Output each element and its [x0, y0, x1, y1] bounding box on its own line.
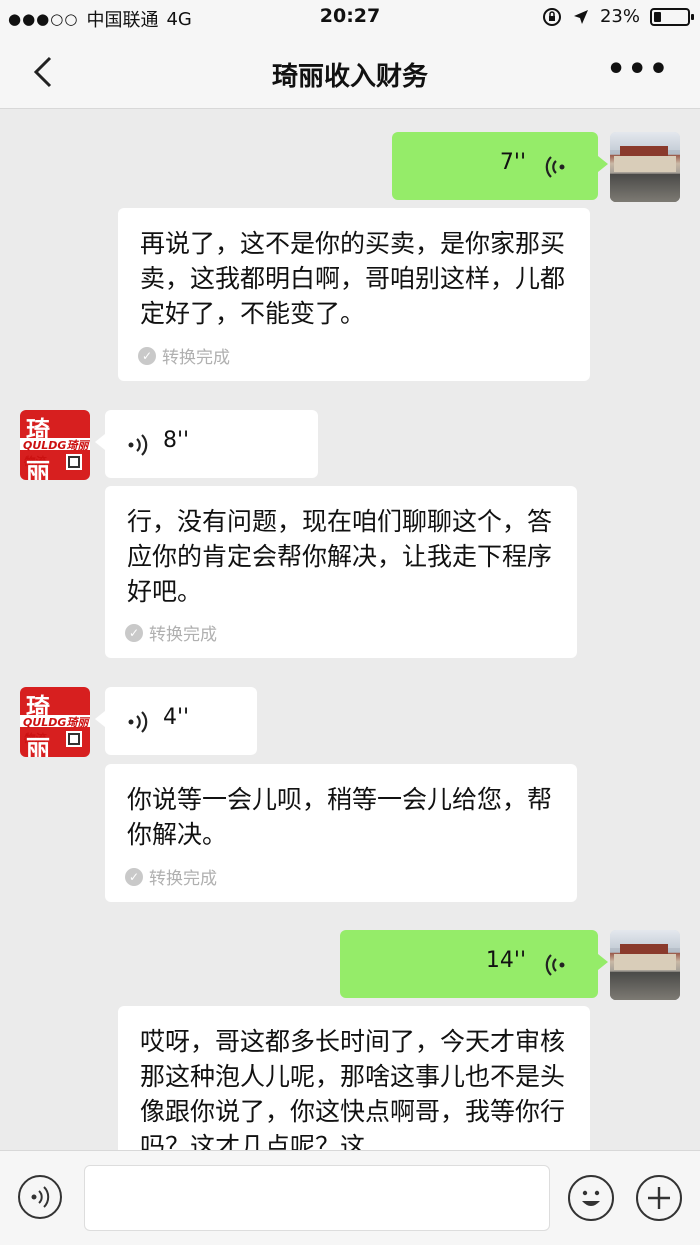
more-icon[interactable]: •••: [606, 55, 670, 85]
rotation-lock-icon: [542, 7, 561, 26]
voice-duration: 8'': [163, 428, 190, 453]
location-icon: [573, 9, 588, 24]
check-icon: ✓: [138, 346, 156, 365]
transcript-status: ✓ 转换完成: [138, 343, 230, 368]
voice-duration: 7'': [499, 150, 526, 175]
photo-ground: [610, 972, 680, 1000]
voice-wave-icon: [128, 711, 148, 733]
voice-transcript: 再说了，这不是你的买卖，是你家那买卖，这我都明白啊，哥咱别这样，儿都定好了，不能…: [118, 208, 590, 381]
voice-transcript: 哎呀，哥这都多长时间了，今天才审核那这种泡人儿呢，那啥这事儿也不是头像跟你说了，…: [118, 1006, 590, 1150]
voice-message[interactable]: 7'': [392, 132, 608, 200]
avatar-char-2: 丽: [26, 458, 50, 480]
avatar-char-2: 丽: [26, 735, 50, 757]
contact-avatar[interactable]: 琦 QULDG琦丽物流 丽: [20, 687, 90, 757]
voice-transcript: 你说等一会儿呗，稍等一会儿给您，帮你解决。 ✓ 转换完成: [105, 764, 577, 902]
voice-message[interactable]: 8'': [95, 410, 318, 478]
check-icon: ✓: [125, 867, 143, 886]
transcript-text: 再说了，这不是你的买卖，是你家那买卖，这我都明白啊，哥咱别这样，儿都定好了，不能…: [140, 229, 566, 328]
transcript-text: 你说等一会儿呗，稍等一会儿给您，帮你解决。: [127, 785, 553, 849]
emoji-button[interactable]: [568, 1175, 614, 1221]
voice-wave-icon: [128, 434, 148, 456]
more-actions-button[interactable]: [636, 1175, 682, 1221]
voice-icon: [31, 1186, 50, 1208]
my-avatar[interactable]: [610, 132, 680, 202]
photo-palace-base: [614, 954, 676, 970]
battery-percent: 23%: [599, 6, 640, 27]
voice-wave-icon: [545, 156, 565, 178]
status-bar: ●●●○○ 中国联通 4G 20:27 23%: [0, 0, 700, 36]
voice-input-button[interactable]: [18, 1175, 62, 1219]
qr-icon: [66, 731, 82, 747]
chat-title: 琦丽收入财务: [271, 62, 428, 92]
voice-message[interactable]: 14'': [340, 930, 608, 998]
voice-wave-icon: [545, 954, 565, 976]
photo-palace-base: [614, 156, 676, 172]
battery-icon: [650, 7, 694, 26]
voice-duration: 4'': [163, 705, 190, 730]
transcript-status-label: 转换完成: [162, 348, 230, 368]
qr-icon: [66, 454, 82, 470]
transcript-text: 行，没有问题，现在咱们聊聊这个，答应你的肯定会帮你解决，让我走下程序好吧。: [127, 507, 553, 606]
voice-duration: 14'': [485, 948, 526, 973]
transcript-text: 哎呀，哥这都多长时间了，今天才审核那这种泡人儿呢，那啥这事儿也不是头像跟你说了，…: [140, 1027, 566, 1150]
smiley-icon: [582, 1190, 600, 1206]
check-icon: ✓: [125, 623, 143, 642]
voice-message[interactable]: 4'': [95, 687, 257, 755]
contact-avatar[interactable]: 琦 QULDG琦丽物流 丽: [20, 410, 90, 480]
nav-bar: 琦丽收入财务 •••: [0, 36, 700, 109]
transcript-status-label: 转换完成: [149, 625, 217, 645]
plus-icon: [648, 1187, 670, 1209]
transcript-status: ✓ 转换完成: [125, 864, 217, 889]
battery-fill: [654, 11, 661, 22]
transcript-status-label: 转换完成: [149, 869, 217, 889]
voice-transcript: 行，没有问题，现在咱们聊聊这个，答应你的肯定会帮你解决，让我走下程序好吧。 ✓ 转…: [105, 486, 577, 658]
input-bar: [0, 1150, 700, 1245]
photo-ground: [610, 174, 680, 202]
my-avatar[interactable]: [610, 930, 680, 1000]
transcript-status: ✓ 转换完成: [125, 620, 217, 645]
message-input[interactable]: [84, 1165, 550, 1231]
